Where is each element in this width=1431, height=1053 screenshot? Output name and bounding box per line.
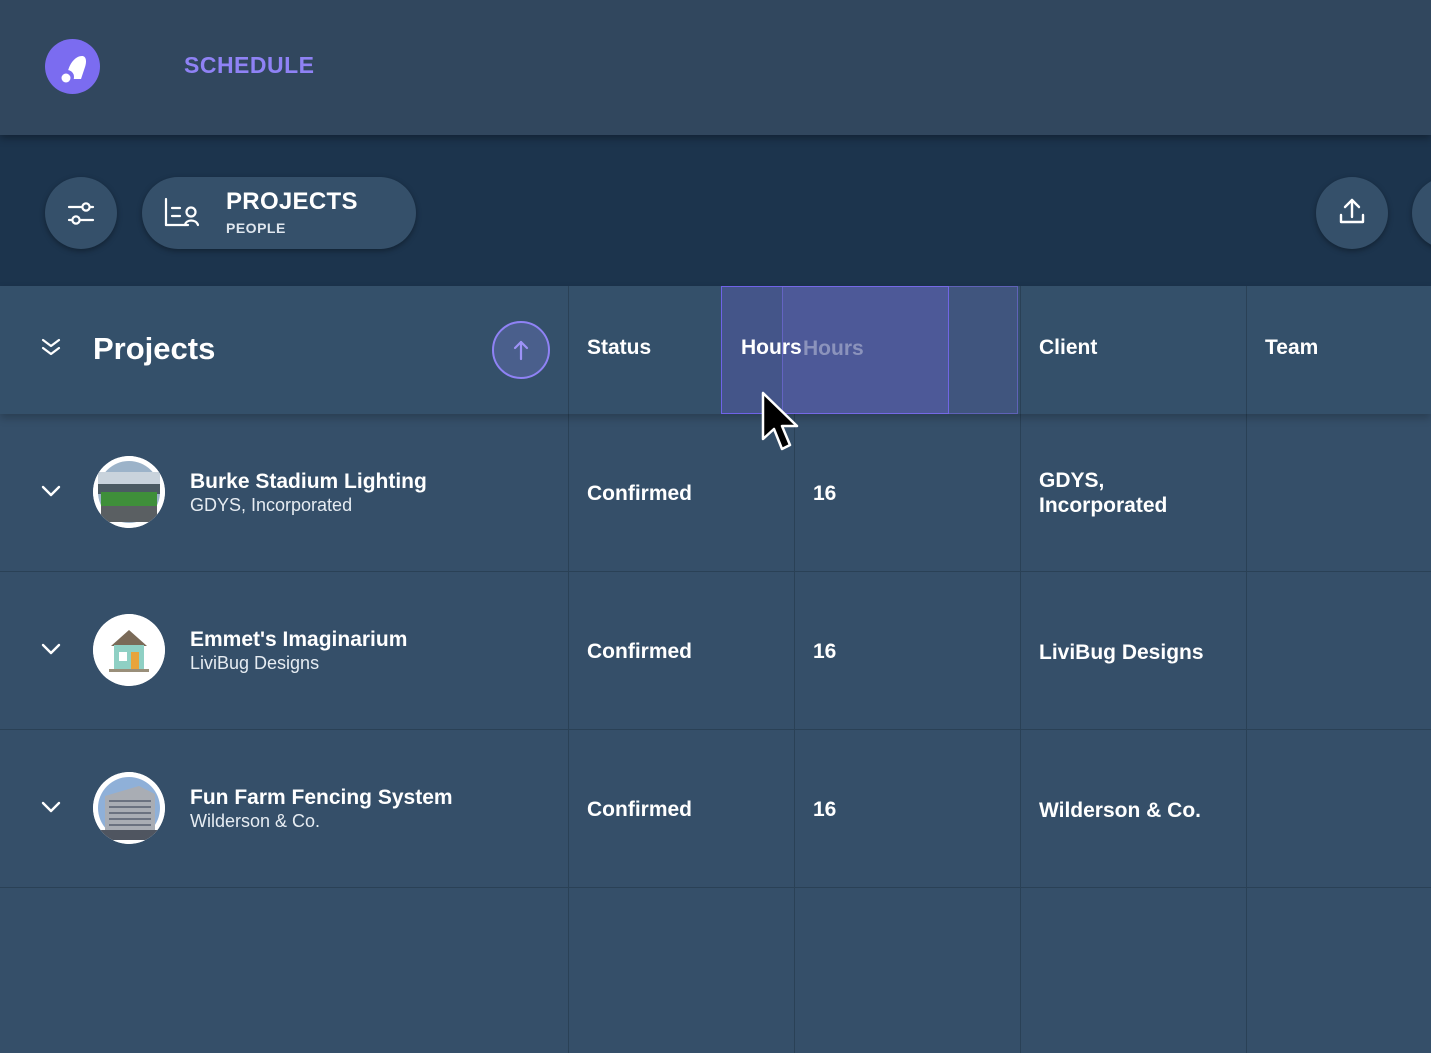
table-header-row: Projects Status Hours Hours Client Team xyxy=(0,286,1431,414)
table-row[interactable]: Emmet's Imaginarium LiviBug Designs Conf… xyxy=(0,572,1431,730)
column-header-status[interactable]: Status xyxy=(587,336,651,360)
view-toggle-primary-label: PROJECTS xyxy=(226,188,358,215)
column-divider xyxy=(1246,286,1247,414)
toolbar: PROJECTS PEOPLE xyxy=(0,135,1431,286)
column-header-client[interactable]: Client xyxy=(1039,336,1097,360)
app-logo-icon[interactable] xyxy=(45,39,100,94)
building-thumbnail xyxy=(93,772,165,844)
upload-icon xyxy=(1339,198,1365,224)
project-name[interactable]: Emmet's Imaginarium xyxy=(190,628,407,652)
chevron-down-icon[interactable] xyxy=(40,642,62,656)
column-divider xyxy=(1020,286,1021,414)
table-row[interactable]: Fun Farm Fencing System Wilderson & Co. … xyxy=(0,730,1431,888)
playhouse-thumbnail xyxy=(93,614,165,686)
column-header-team[interactable]: Team xyxy=(1265,336,1318,360)
filter-sliders-icon xyxy=(67,202,95,225)
dragged-column-ghost[interactable]: Hours xyxy=(782,286,1018,414)
chevron-down-icon[interactable] xyxy=(40,484,62,498)
project-name[interactable]: Fun Farm Fencing System xyxy=(190,786,453,810)
more-button[interactable] xyxy=(1412,177,1431,249)
sort-up-arrow-icon xyxy=(513,340,529,361)
project-client-subtitle: LiviBug Designs xyxy=(190,653,320,673)
status-cell: Confirmed xyxy=(587,640,692,663)
projects-table: Projects Status Hours Hours Client Team xyxy=(0,286,1431,1053)
dragged-column-ghost-label: Hours xyxy=(803,337,864,360)
collapse-all-icon[interactable] xyxy=(38,336,64,360)
table-title: Projects xyxy=(93,331,216,366)
column-header-hours[interactable]: Hours xyxy=(741,336,802,360)
client-cell-line: GDYS, xyxy=(1039,469,1105,492)
chevron-down-icon[interactable] xyxy=(40,800,62,814)
top-nav-bar: SCHEDULE xyxy=(0,0,1431,135)
filter-button[interactable] xyxy=(45,177,117,249)
client-cell-line: Incorporated xyxy=(1039,494,1168,517)
view-toggle-projects-people[interactable]: PROJECTS PEOPLE xyxy=(142,177,416,249)
project-client-subtitle: GDYS, Incorporated xyxy=(190,495,353,515)
projects-people-icon xyxy=(164,197,200,227)
status-cell: Confirmed xyxy=(587,482,692,505)
client-cell: Wilderson & Co. xyxy=(1039,799,1201,822)
upload-button[interactable] xyxy=(1316,177,1388,249)
mouse-cursor-icon xyxy=(761,391,799,451)
nav-schedule-link[interactable]: SCHEDULE xyxy=(184,52,315,79)
hours-cell: 16 xyxy=(813,482,837,505)
sort-button[interactable] xyxy=(492,321,550,379)
stadium-thumbnail xyxy=(93,456,165,528)
table-row[interactable]: Burke Stadium Lighting GDYS, Incorporate… xyxy=(0,414,1431,572)
project-client-subtitle: Wilderson & Co. xyxy=(190,811,321,831)
project-name[interactable]: Burke Stadium Lighting xyxy=(190,470,427,494)
hours-cell: 16 xyxy=(813,640,837,663)
status-cell: Confirmed xyxy=(587,798,692,821)
row-divider xyxy=(0,887,1431,888)
column-divider xyxy=(568,286,569,414)
client-cell: LiviBug Designs xyxy=(1039,641,1204,664)
hours-cell: 16 xyxy=(813,798,837,821)
view-toggle-secondary-label: PEOPLE xyxy=(226,220,286,236)
client-cell: GDYS, Incorporated xyxy=(1039,468,1229,518)
